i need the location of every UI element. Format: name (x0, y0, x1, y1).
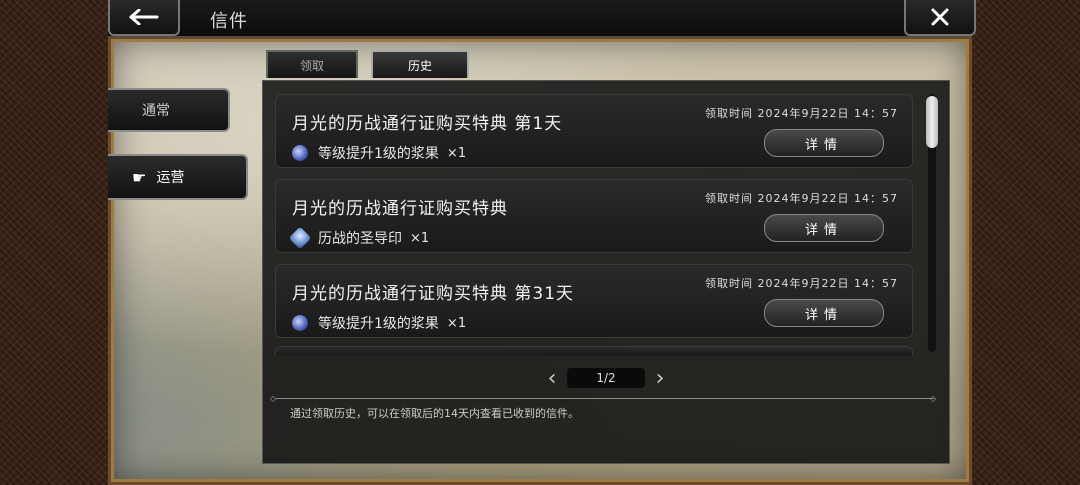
tab-receive[interactable]: 领取 (266, 50, 358, 78)
mail-title: 月光的历战通行证购买特典 第1天 (292, 114, 563, 134)
mail-time: 领取时间 2024年9月22日 14：57 (705, 277, 898, 290)
scrollbar-thumb[interactable] (926, 96, 938, 148)
detail-button[interactable]: 详情 (764, 214, 884, 242)
mail-reward: 等级提升1级的浆果 ×1 (292, 143, 466, 163)
mail-reward: 等级提升1级的浆果 ×1 (292, 313, 466, 333)
arrow-left-icon (129, 9, 159, 25)
mail-row: 月光的历战通行证购买特典 领取时间 2024年9月22日 14：57 历战的圣导… (275, 179, 913, 253)
side-tab-label: 运营 (156, 170, 185, 186)
mail-time: 领取时间 2024年9月22日 14：57 (705, 192, 898, 205)
divider-ornament-icon: ◇ (270, 394, 277, 403)
mail-row: 月光的历战通行证购买特典 第31天 领取时间 2024年9月22日 14：57 … (275, 264, 913, 338)
back-button[interactable] (108, 0, 180, 36)
prev-page-icon[interactable]: ‹ (545, 366, 559, 391)
next-page-icon[interactable]: › (653, 366, 667, 391)
reward-name: 等级提升1级的浆果 (318, 146, 439, 162)
mail-title: 月光的历战通行证购买特典 第31天 (292, 284, 575, 304)
divider (276, 398, 934, 399)
mail-time: 领取时间 2024年9月22日 14：57 (705, 107, 898, 120)
mail-reward: 历战的圣导印 ×1 (288, 226, 430, 250)
detail-button[interactable]: 详情 (764, 129, 884, 157)
close-icon (931, 8, 949, 26)
pointing-hand-icon: ☛ (132, 167, 147, 187)
mail-row: 月光的历战通行证购买特典 第1天 领取时间 2024年9月22日 14：57 等… (275, 94, 913, 168)
berry-gem-icon (292, 315, 308, 331)
berry-gem-icon (292, 145, 308, 161)
tab-label: 领取 (299, 58, 324, 73)
tab-history[interactable]: 历史 (371, 50, 469, 78)
reward-qty: ×1 (410, 230, 430, 246)
page-indicator: 1/2 (567, 368, 645, 388)
side-tab-label: 通常 (142, 103, 170, 119)
tab-label: 历史 (407, 58, 432, 73)
reward-name: 等级提升1级的浆果 (318, 316, 439, 332)
reward-name: 历战的圣导印 (318, 231, 402, 247)
side-tab-normal[interactable]: 通常 (108, 88, 230, 132)
pager: ‹ 1/2 › (545, 366, 667, 391)
mail-title: 月光的历战通行证购买特典 (292, 199, 508, 219)
page-title: 信件 (210, 11, 248, 32)
seal-crystal-icon (288, 226, 312, 250)
mail-row-partial (275, 346, 913, 356)
detail-button[interactable]: 详情 (764, 299, 884, 327)
reward-qty: ×1 (446, 315, 467, 331)
divider-ornament-icon: ◇ (930, 394, 937, 403)
reward-qty: ×1 (446, 145, 467, 161)
side-tab-operations[interactable]: ☛ 运营 (108, 154, 248, 200)
close-button[interactable] (904, 0, 976, 36)
footnote: 通过领取历史，可以在领取后的14天内查看已收到的信件。 (290, 407, 579, 420)
